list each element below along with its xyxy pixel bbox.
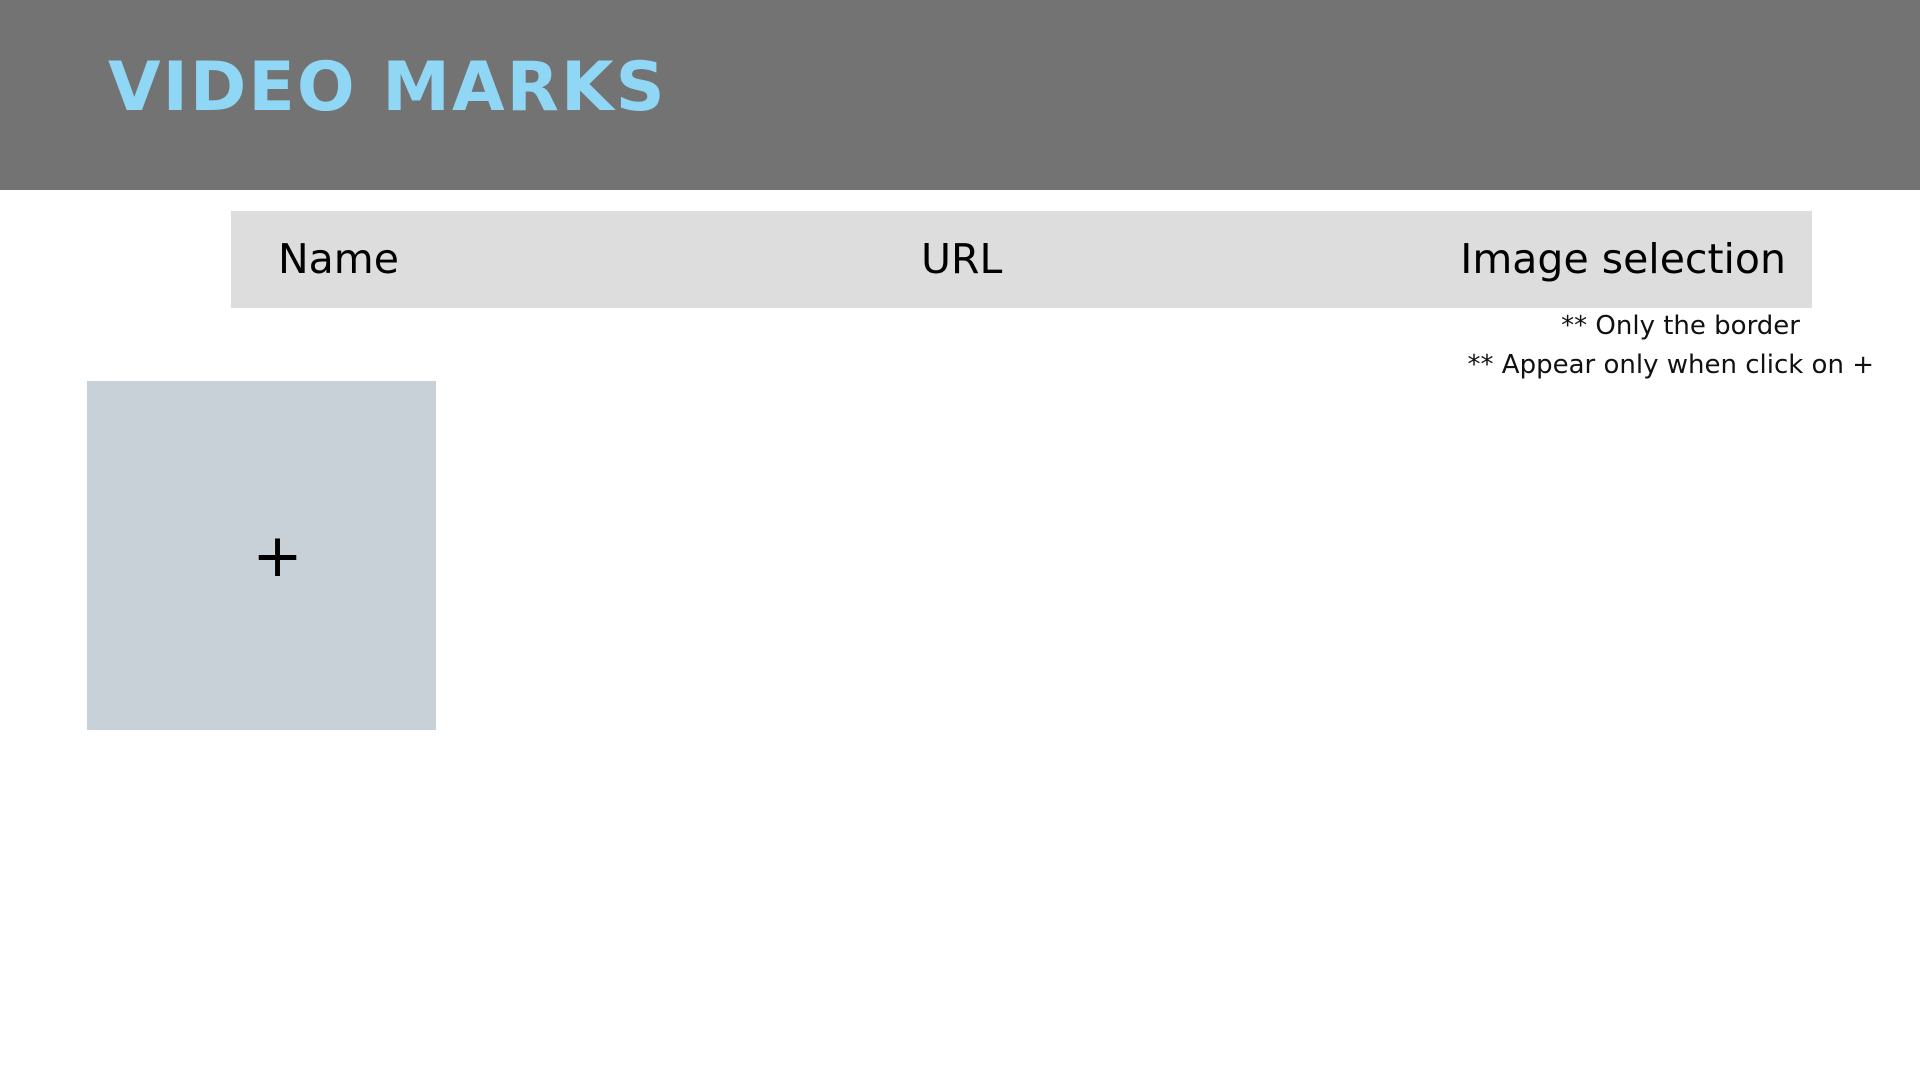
- column-header-url: URL: [921, 235, 1003, 283]
- add-video-mark-button[interactable]: +: [87, 381, 436, 730]
- note-only-border: ** Only the border: [1561, 311, 1800, 341]
- plus-symbol: +: [252, 520, 303, 591]
- header-bar: VIDEO MARKS: [0, 0, 1920, 190]
- column-header-image-selection: Image selection: [1460, 235, 1786, 283]
- page-title: VIDEO MARKS: [108, 48, 667, 127]
- app-root: VIDEO MARKS Name URL Image selection ** …: [0, 0, 1920, 1080]
- table-header: Name URL Image selection: [231, 211, 1812, 308]
- plus-icon: +: [87, 381, 436, 730]
- column-header-name: Name: [278, 235, 399, 283]
- note-appear-on-click: ** Appear only when click on +: [1467, 350, 1874, 380]
